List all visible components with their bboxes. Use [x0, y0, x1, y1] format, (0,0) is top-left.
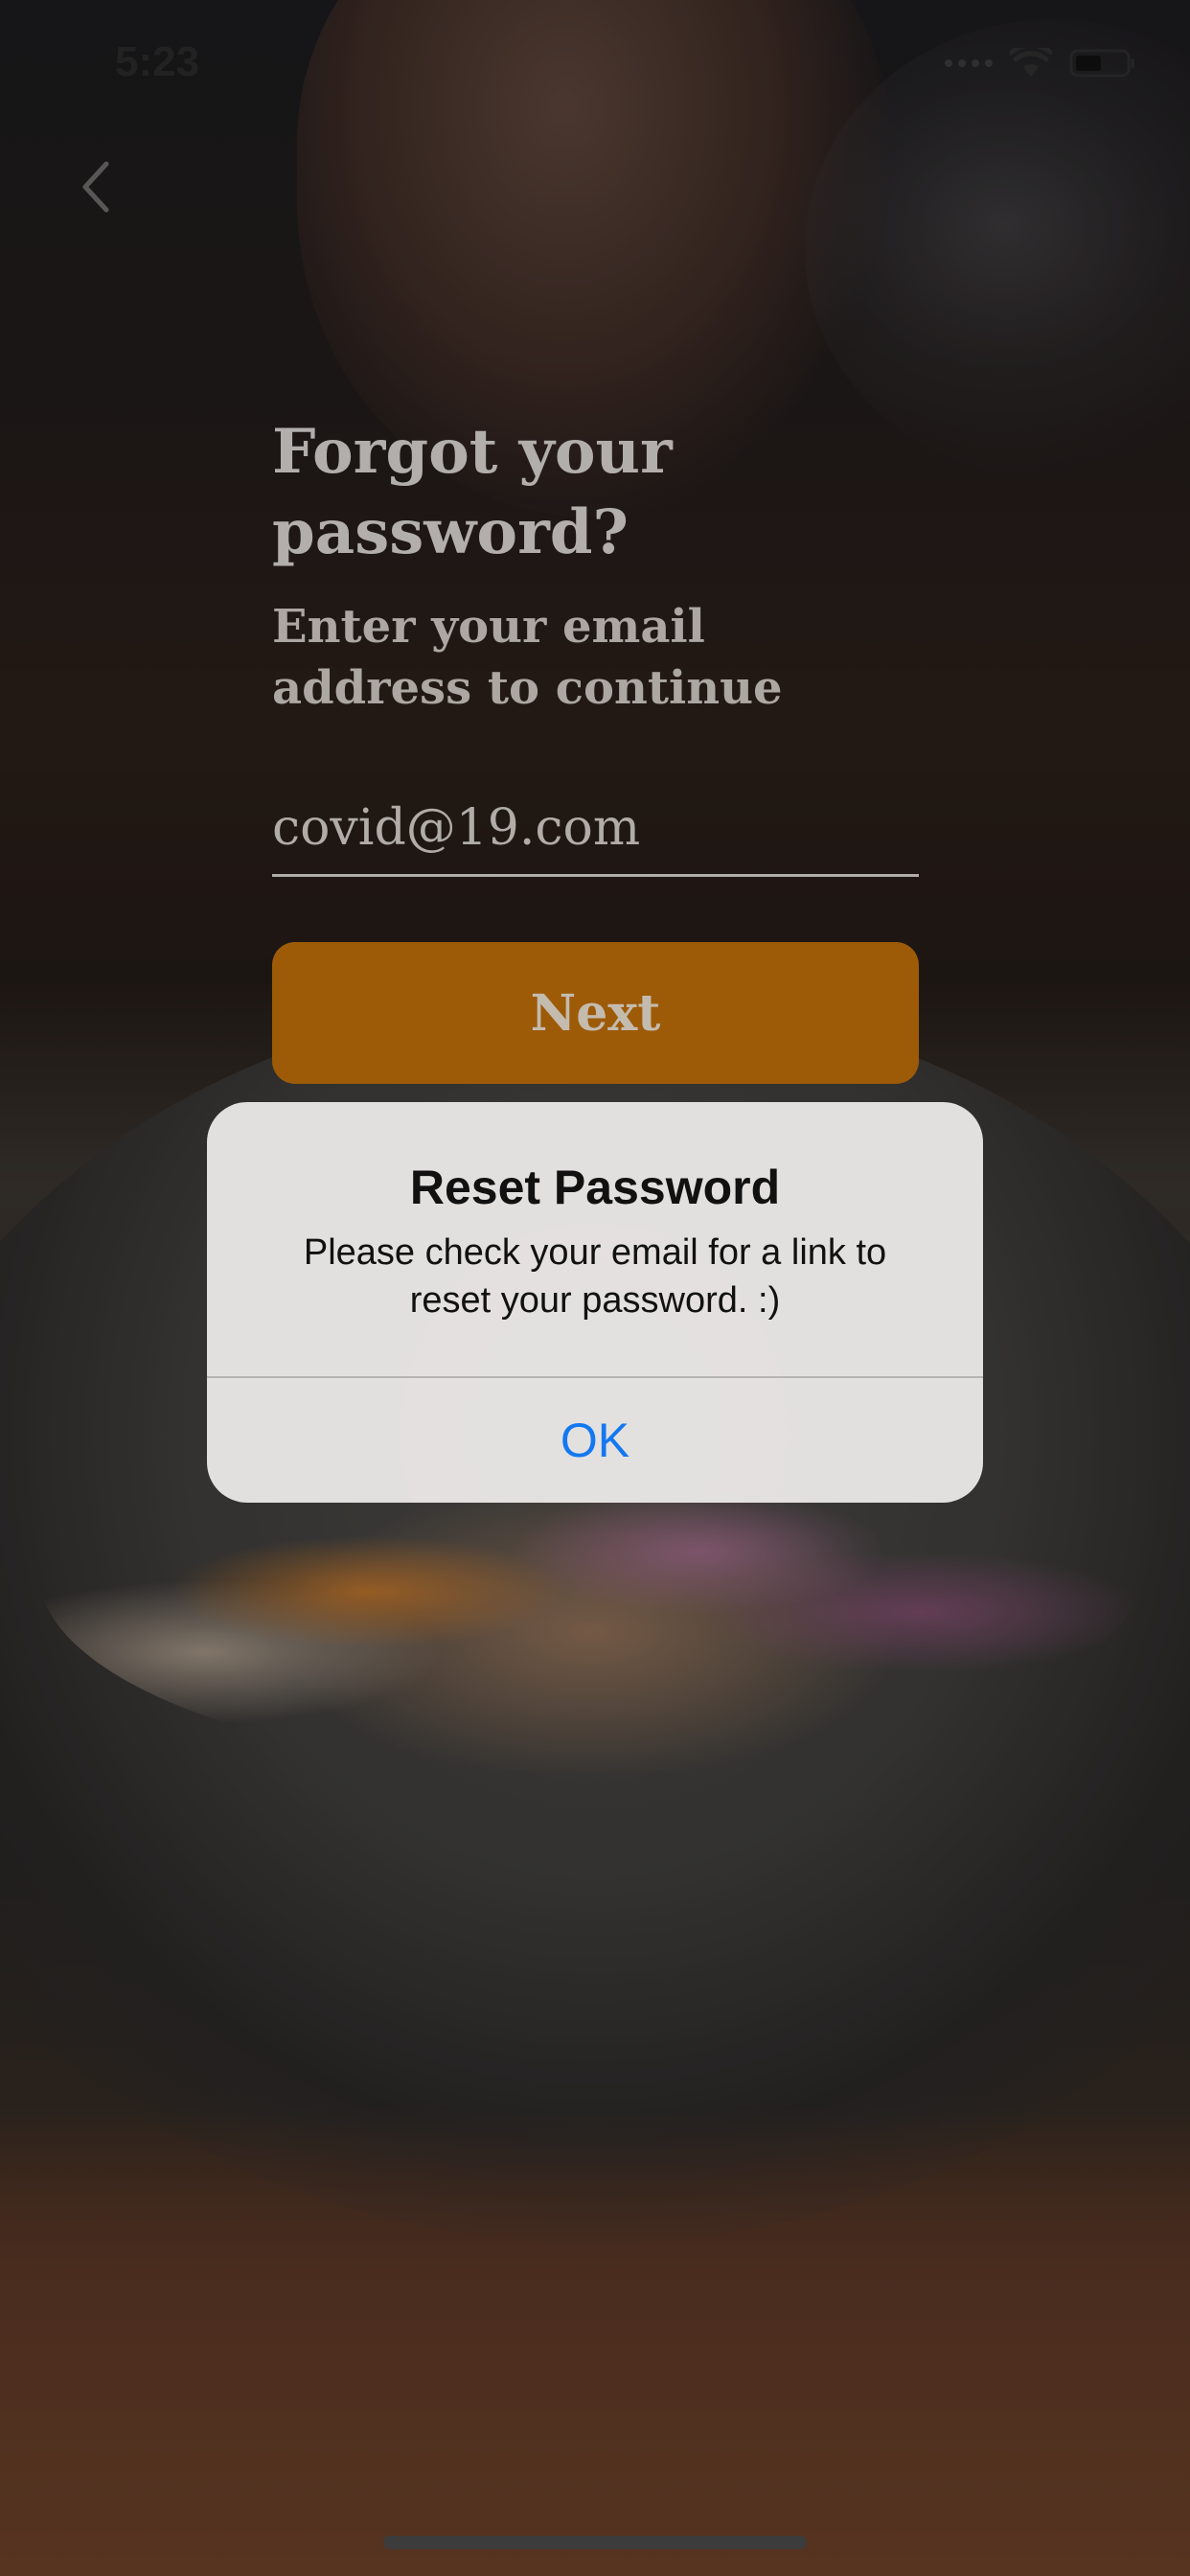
alert-title: Reset Password [409, 1161, 781, 1214]
reset-password-alert: Reset Password Please check your email f… [207, 1102, 983, 1503]
home-indicator[interactable] [383, 2536, 807, 2549]
ok-button[interactable]: OK [207, 1378, 983, 1503]
alert-message: Please check your email for a link to re… [303, 1232, 887, 1321]
